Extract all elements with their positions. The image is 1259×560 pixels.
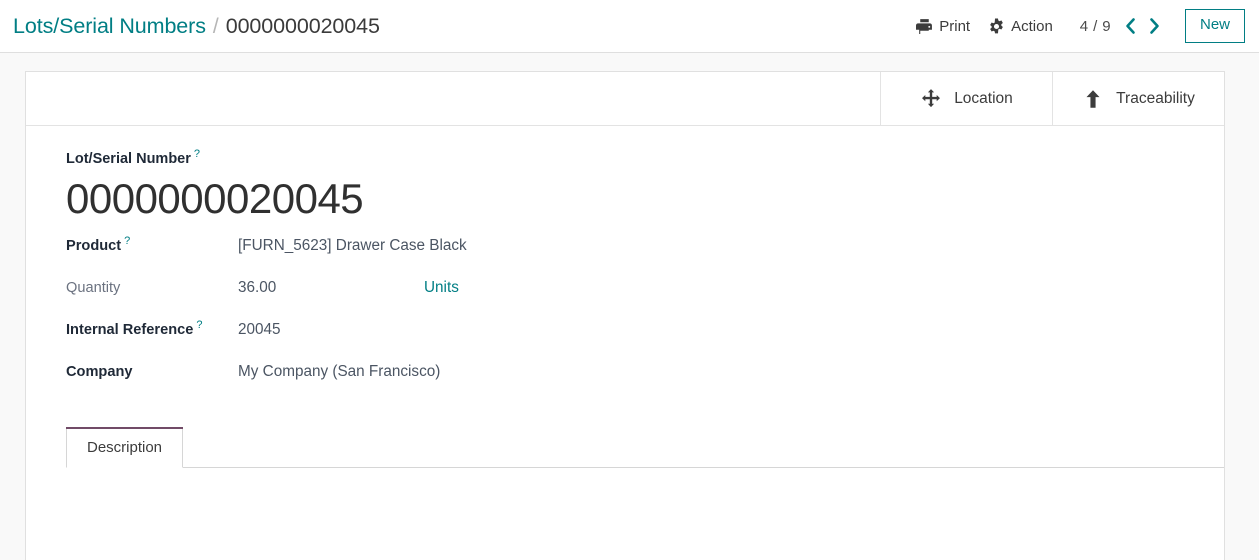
breadcrumb-root-link[interactable]: Lots/Serial Numbers — [13, 14, 206, 39]
notebook-page-description[interactable] — [66, 468, 1224, 560]
chevron-right-icon[interactable] — [1145, 15, 1165, 37]
field-value-company[interactable]: My Company (San Francisco) — [238, 363, 440, 381]
new-button[interactable]: New — [1184, 9, 1245, 43]
field-value-internal-reference[interactable]: 20045 — [238, 321, 281, 339]
field-label-company-text: Company — [66, 364, 133, 381]
field-label-internal-reference-text: Internal Reference — [66, 322, 194, 339]
print-button[interactable]: Print — [907, 14, 979, 39]
field-label-product-text: Product — [66, 238, 122, 255]
field-row-product: Product ? [FURN_5623] Drawer Case Black — [66, 236, 1184, 279]
pager: 4 / 9 — [1080, 15, 1165, 37]
field-value-product[interactable]: [FURN_5623] Drawer Case Black — [238, 237, 467, 255]
pager-counter[interactable]: 4 / 9 — [1080, 18, 1111, 35]
smart-button-traceability-label: Traceability — [1116, 89, 1195, 107]
smart-button-box: Location Traceability — [26, 72, 1224, 126]
tooltip-icon[interactable]: ? — [196, 320, 202, 331]
field-value-quantity: 36.00 — [238, 279, 277, 297]
field-label-company: Company — [66, 365, 238, 380]
lot-serial-number-label-text: Lot/Serial Number — [66, 151, 191, 167]
form-body: Lot/Serial Number ? 0000000020045 Produc… — [26, 126, 1224, 405]
control-panel-actions: Print Action 4 / 9 New — [907, 0, 1245, 52]
field-row-internal-reference: Internal Reference ? 20045 — [66, 320, 1184, 363]
field-label-product: Product ? — [66, 236, 238, 255]
breadcrumb-separator: / — [212, 14, 219, 38]
control-panel: Lots/Serial Numbers / 0000000020045 Prin… — [0, 0, 1259, 53]
breadcrumb-current-record: 0000000020045 — [225, 13, 380, 38]
form-sheet: Location Traceability Lot/Serial Number … — [25, 71, 1225, 560]
field-label-internal-reference: Internal Reference ? — [66, 320, 238, 339]
printer-icon — [916, 18, 933, 35]
tooltip-icon[interactable]: ? — [124, 236, 130, 247]
lot-serial-number-value[interactable]: 0000000020045 — [66, 174, 1184, 224]
lot-serial-number-label: Lot/Serial Number ? — [66, 149, 1184, 167]
field-row-quantity: Quantity 36.00 Units — [66, 279, 1184, 321]
arrows-move-icon — [920, 88, 942, 110]
notebook-tab-list: Description — [66, 427, 1224, 469]
action-button-label: Action — [1011, 17, 1053, 35]
smart-button-traceability[interactable]: Traceability — [1052, 72, 1224, 125]
field-label-quantity-text: Quantity — [66, 280, 121, 297]
smart-button-location[interactable]: Location — [880, 72, 1052, 125]
field-row-company: Company My Company (San Francisco) — [66, 363, 1184, 405]
tooltip-icon[interactable]: ? — [194, 149, 200, 160]
gear-icon — [988, 18, 1005, 35]
tab-description[interactable]: Description — [66, 427, 184, 469]
field-value-uom[interactable]: Units — [424, 279, 459, 297]
quantity-wrapper: 36.00 Units — [238, 279, 459, 297]
pager-arrows — [1121, 15, 1165, 37]
action-button[interactable]: Action — [979, 14, 1062, 39]
odoo-lot-form-view: Lots/Serial Numbers / 0000000020045 Prin… — [0, 0, 1259, 560]
sheet-background: Location Traceability Lot/Serial Number … — [0, 53, 1259, 560]
smart-button-location-label: Location — [954, 89, 1013, 107]
notebook: Description — [26, 427, 1224, 560]
field-label-quantity: Quantity — [66, 281, 238, 296]
breadcrumb: Lots/Serial Numbers / 0000000020045 — [13, 14, 380, 39]
print-button-label: Print — [939, 17, 971, 35]
arrow-up-icon — [1082, 88, 1104, 110]
chevron-left-icon[interactable] — [1121, 15, 1141, 37]
